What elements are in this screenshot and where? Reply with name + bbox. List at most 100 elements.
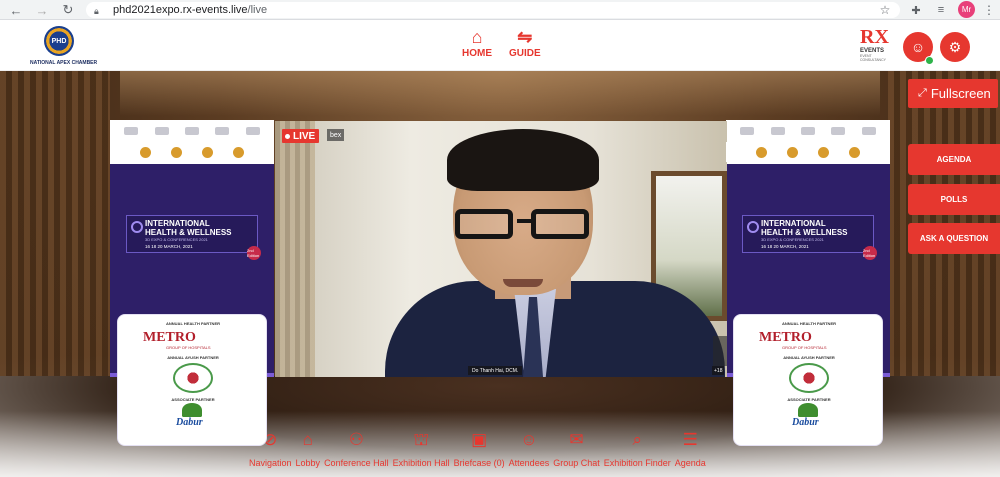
phd-logo-mark: PHD bbox=[44, 26, 74, 56]
fullscreen-button[interactable]: ⤢ Fullscreen bbox=[908, 79, 998, 108]
extensions-icon[interactable]: ✚ bbox=[907, 1, 925, 19]
nav-guide[interactable]: ⇋ GUIDE bbox=[509, 26, 541, 66]
live-dot-icon bbox=[285, 133, 290, 139]
metro-logo: METRO bbox=[143, 330, 196, 345]
ask-question-button[interactable]: ASK A QUESTION bbox=[908, 223, 1000, 254]
fullscreen-label: Fullscreen bbox=[930, 86, 991, 101]
chat-icon: ✉ bbox=[569, 430, 584, 449]
title-line1: INTERNATIONAL bbox=[145, 219, 210, 228]
agenda-icon: ☰ bbox=[682, 430, 698, 449]
home-icon: ⌂ bbox=[471, 27, 483, 47]
health-partner-label: ANNUAL HEALTH PARTNER bbox=[166, 321, 220, 326]
bottom-nav-group-chat[interactable]: ✉ Group Chat bbox=[551, 428, 602, 472]
address-bar[interactable]: 🔒︎ phd2021expo.rx-events.live/live bbox=[86, 2, 900, 18]
ayush-partner-label: ANNUAL AYUSH PARTNER bbox=[783, 355, 835, 360]
webex-tag: bex bbox=[327, 129, 345, 141]
bottom-nav-exhibition-finder[interactable]: ⌕ Exhibition Finder bbox=[602, 428, 673, 472]
sponsor-logo bbox=[184, 127, 199, 135]
exhibition-hall-icon: ⛫ bbox=[413, 430, 429, 449]
bottom-nav-label: Exhibition Finder bbox=[603, 458, 671, 468]
event-title: INTERNATIONAL HEALTH & WELLNESS 3D EXPO … bbox=[126, 215, 258, 253]
event-title: INTERNATIONAL HEALTH & WELLNESS 3D EXPO … bbox=[742, 215, 874, 253]
live-label: LIVE bbox=[293, 130, 316, 142]
fullscreen-icon: ⤢ bbox=[918, 87, 927, 99]
health-partner-label: ANNUAL HEALTH PARTNER bbox=[782, 321, 836, 326]
bottom-nav-label: Exhibition Hall bbox=[392, 458, 450, 468]
title-line1: INTERNATIONAL bbox=[761, 219, 826, 228]
sponsor-logos-mid bbox=[110, 142, 274, 162]
metro-sub: GROUP OF HOSPITALS bbox=[782, 345, 827, 350]
user-icon: ☺ bbox=[910, 39, 926, 55]
bottom-nav-agenda[interactable]: ☰ Agenda bbox=[673, 428, 708, 472]
sponsor-logos-top bbox=[110, 120, 274, 142]
right-banner: INTERNATIONAL HEALTH & WELLNESS 3D EXPO … bbox=[726, 120, 890, 446]
ayush-logo bbox=[789, 363, 829, 393]
left-banner: INTERNATIONAL HEALTH & WELLNESS 3D EXPO … bbox=[110, 120, 274, 446]
sponsor-logo bbox=[861, 127, 876, 135]
profile-avatar[interactable]: Mr bbox=[958, 1, 975, 18]
globe-icon bbox=[747, 221, 759, 233]
curtain bbox=[275, 121, 315, 377]
bottom-nav-label: Conference Hall bbox=[324, 458, 389, 468]
bottom-nav-label: Navigation bbox=[249, 458, 292, 468]
live-badge: LIVE bbox=[282, 129, 320, 143]
sponsor-logo bbox=[770, 127, 785, 135]
emblem-icon bbox=[849, 146, 860, 158]
forward-icon[interactable]: → bbox=[32, 0, 52, 20]
bottom-nav-exhibition-hall[interactable]: ⛫ Exhibition Hall bbox=[391, 428, 452, 472]
dabur-tree-icon bbox=[182, 403, 202, 417]
associate-partner-label: ASSOCIATE PARTNER bbox=[787, 397, 831, 402]
edition-badge: 2nd Edition bbox=[863, 246, 877, 260]
phd-chamber-logo[interactable]: PHD NATIONAL APEX CHAMBER bbox=[30, 26, 97, 70]
lobby-icon: ⌂ bbox=[302, 430, 313, 449]
settings-button[interactable]: ⚙ bbox=[940, 32, 970, 62]
video-side-strip bbox=[713, 336, 727, 366]
bottom-nav-conference-hall[interactable]: ⚇ Conference Hall bbox=[322, 428, 391, 472]
ayush-partner-label: ANNUAL AYUSH PARTNER bbox=[167, 355, 219, 360]
emblem-icon bbox=[140, 146, 151, 158]
bottom-navigation: ⊘ Navigation ⌂ Lobby ⚇ Conference Hall ⛫… bbox=[247, 428, 708, 472]
browser-menu-icon[interactable]: ⋮ bbox=[982, 1, 996, 19]
nav-home[interactable]: ⌂ HOME bbox=[462, 26, 492, 66]
bookmark-star-icon[interactable]: ☆ bbox=[876, 1, 894, 19]
event-dates: 16 18 20 MARCH, 2021 bbox=[145, 244, 193, 249]
sponsor-logo bbox=[215, 127, 230, 135]
emblem-icon bbox=[233, 146, 244, 158]
globe-icon bbox=[131, 221, 143, 233]
bottom-nav-lobby[interactable]: ⌂ Lobby bbox=[294, 428, 323, 472]
participant-count: +18 bbox=[712, 366, 725, 375]
reload-icon[interactable]: ↻ bbox=[58, 0, 78, 20]
associate-partner-label: ASSOCIATE PARTNER bbox=[171, 397, 215, 402]
edition-badge: 2nd Edition bbox=[247, 246, 261, 260]
bottom-nav-label: Agenda bbox=[674, 458, 706, 468]
finder-icon: ⌕ bbox=[632, 430, 643, 449]
bottom-nav-label: Lobby bbox=[295, 458, 321, 468]
emblem-icon bbox=[202, 146, 213, 158]
nav-guide-label: GUIDE bbox=[509, 48, 541, 59]
auditorium: INTERNATIONAL HEALTH & WELLNESS 3D EXPO … bbox=[0, 71, 1000, 477]
title-line2: HEALTH & WELLNESS bbox=[145, 228, 232, 237]
dabur-tree-icon bbox=[798, 403, 818, 417]
live-video-player[interactable]: bex LIVE Do Thanh Hai, DCM. +18 bbox=[275, 121, 727, 377]
sponsor-logo bbox=[800, 127, 815, 135]
partner-box: ANNUAL HEALTH PARTNER METRO GROUP OF HOS… bbox=[733, 314, 883, 446]
media-queue-icon[interactable]: ≡ bbox=[932, 1, 950, 19]
attendees-icon: ☺ bbox=[520, 430, 538, 449]
polls-button[interactable]: POLLS bbox=[908, 184, 1000, 215]
bottom-nav-briefcase[interactable]: ▣ Briefcase (0) bbox=[452, 428, 507, 472]
signpost-icon: ⇋ bbox=[517, 27, 533, 47]
rx-events-logo: RX EVENTS EVENT CONSULTANCY bbox=[860, 26, 898, 66]
emblem-icon bbox=[787, 146, 798, 158]
event-dates: 16 18 20 MARCH, 2021 bbox=[761, 244, 809, 249]
bottom-nav-label: Briefcase (0) bbox=[453, 458, 505, 468]
sponsor-logo bbox=[831, 127, 846, 135]
rx-tagline: EVENT CONSULTANCY bbox=[860, 54, 886, 62]
agenda-button[interactable]: AGENDA bbox=[908, 144, 1000, 175]
rx-mark: RX bbox=[860, 26, 889, 48]
left-wall bbox=[0, 71, 110, 401]
bottom-nav-label: Attendees bbox=[508, 458, 550, 468]
back-icon[interactable]: ← bbox=[6, 0, 26, 20]
speaker-name-tag: Do Thanh Hai, DCM. bbox=[468, 366, 523, 375]
metro-logo: METRO bbox=[759, 330, 812, 345]
bottom-nav-attendees[interactable]: ☺ Attendees bbox=[507, 428, 552, 472]
